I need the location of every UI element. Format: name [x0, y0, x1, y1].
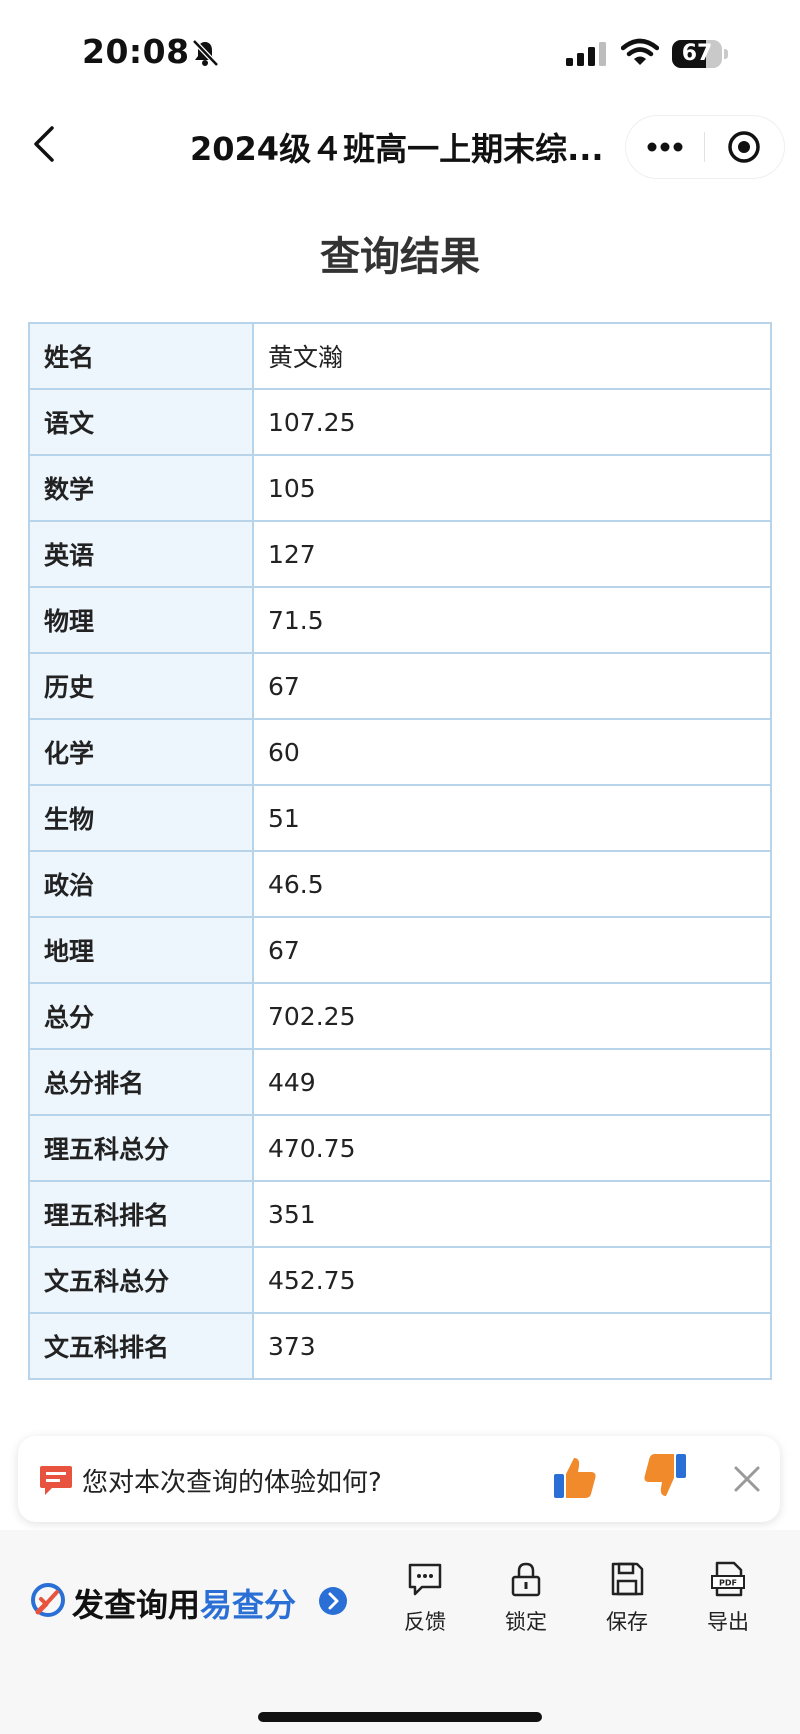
table-row: 理五科总分 470.75: [28, 1114, 772, 1182]
row-value: 71.5: [252, 586, 772, 654]
tool-label-export: 导出: [707, 1610, 749, 1634]
lock-button[interactable]: 锁定: [484, 1560, 568, 1636]
row-value: 351: [252, 1180, 772, 1248]
save-button[interactable]: 保存: [585, 1560, 669, 1636]
row-value: 107.25: [252, 388, 772, 456]
row-value: 702.25: [252, 982, 772, 1050]
row-label: 文五科排名: [28, 1312, 254, 1380]
row-value: 67: [252, 652, 772, 720]
row-label: 总分排名: [28, 1048, 254, 1116]
feedback-prompt: 您对本次查询的体验如何?: [82, 1468, 382, 1498]
row-value: 127: [252, 520, 772, 588]
row-value: 46.5: [252, 850, 772, 918]
row-label: 文五科总分: [28, 1246, 254, 1314]
table-row: 数学 105: [28, 454, 772, 522]
battery-indicator: 67: [672, 40, 728, 68]
row-label: 物理: [28, 586, 254, 654]
brand-text: 发查询用易查分: [72, 1580, 296, 1626]
row-label: 历史: [28, 652, 254, 720]
table-row: 总分排名 449: [28, 1048, 772, 1116]
bottom-toolbar: 发查询用易查分 反馈 锁定 保存 PDF 导出: [0, 1530, 800, 1734]
row-label: 化学: [28, 718, 254, 786]
arrow-right-circle-icon: [319, 1587, 347, 1615]
close-mini-program-button[interactable]: [705, 116, 784, 178]
feedback-button[interactable]: 反馈: [383, 1560, 467, 1636]
table-row: 文五科排名 373: [28, 1312, 772, 1380]
home-indicator[interactable]: [258, 1712, 542, 1722]
nav-bar: 2024级４班高一上期末综...: [0, 100, 800, 190]
row-value: 452.75: [252, 1246, 772, 1314]
row-value: 373: [252, 1312, 772, 1380]
status-time: 20:08: [82, 32, 190, 71]
close-icon[interactable]: [730, 1462, 764, 1496]
brand-logo-icon: [31, 1583, 65, 1617]
chat-feedback-icon: [40, 1466, 72, 1495]
row-value: 60: [252, 718, 772, 786]
row-label: 生物: [28, 784, 254, 852]
row-value: 51: [252, 784, 772, 852]
nav-title: 2024级４班高一上期末综...: [190, 130, 604, 168]
table-row: 物理 71.5: [28, 586, 772, 654]
row-value: 67: [252, 916, 772, 984]
row-label: 数学: [28, 454, 254, 522]
row-value: 黄文瀚: [252, 322, 772, 390]
muted-bell-icon: [192, 39, 219, 67]
lock-icon: [511, 1562, 541, 1597]
row-label: 姓名: [28, 322, 254, 390]
tool-label-feedback: 反馈: [404, 1610, 446, 1634]
brand-prefix: 发查询用: [72, 1586, 201, 1624]
mini-program-capsule: [626, 116, 784, 178]
table-row: 生物 51: [28, 784, 772, 852]
row-label: 理五科排名: [28, 1180, 254, 1248]
brand-name: 易查分: [200, 1586, 297, 1624]
battery-percent: 67: [681, 41, 713, 66]
export-button[interactable]: PDF 导出: [686, 1560, 770, 1636]
row-label: 英语: [28, 520, 254, 588]
tool-label-lock: 锁定: [505, 1610, 547, 1634]
table-row: 语文 107.25: [28, 388, 772, 456]
status-bar: 20:08 67: [0, 0, 800, 100]
table-row: 理五科排名 351: [28, 1180, 772, 1248]
more-dots-icon: [647, 142, 683, 152]
pdf-export-icon: PDF: [711, 1561, 745, 1597]
row-label: 理五科总分: [28, 1114, 254, 1182]
row-label: 地理: [28, 916, 254, 984]
more-button[interactable]: [626, 116, 704, 178]
feedback-icon: [408, 1563, 442, 1596]
tool-label-save: 保存: [606, 1610, 648, 1634]
table-row: 历史 67: [28, 652, 772, 720]
row-value: 449: [252, 1048, 772, 1116]
feedback-card: 您对本次查询的体验如何?: [18, 1436, 780, 1522]
row-label: 总分: [28, 982, 254, 1050]
results-table: 姓名 黄文瀚 语文 107.25 数学 105 英语 127 物理 71.5 历史 67 化学 60 生物 5…: [28, 322, 772, 1380]
table-row: 文五科总分 452.75: [28, 1246, 772, 1314]
table-row: 地理 67: [28, 916, 772, 984]
table-row: 总分 702.25: [28, 982, 772, 1050]
table-row: 化学 60: [28, 718, 772, 786]
cellular-signal-icon: [566, 42, 606, 66]
row-label: 政治: [28, 850, 254, 918]
table-row: 姓名 黄文瀚: [28, 322, 772, 390]
wifi-icon: [621, 38, 659, 65]
svg-text:PDF: PDF: [719, 1579, 737, 1588]
target-circle-icon: [728, 131, 760, 163]
thumbs-up-icon[interactable]: [552, 1454, 598, 1502]
page-title: 查询结果: [320, 234, 480, 280]
chevron-left-icon: [34, 126, 54, 162]
row-value: 470.75: [252, 1114, 772, 1182]
thumbs-down-icon[interactable]: [642, 1452, 688, 1500]
table-row: 政治 46.5: [28, 850, 772, 918]
back-button[interactable]: [26, 120, 66, 168]
row-label: 语文: [28, 388, 254, 456]
table-row: 英语 127: [28, 520, 772, 588]
row-value: 105: [252, 454, 772, 522]
save-icon: [611, 1562, 644, 1596]
